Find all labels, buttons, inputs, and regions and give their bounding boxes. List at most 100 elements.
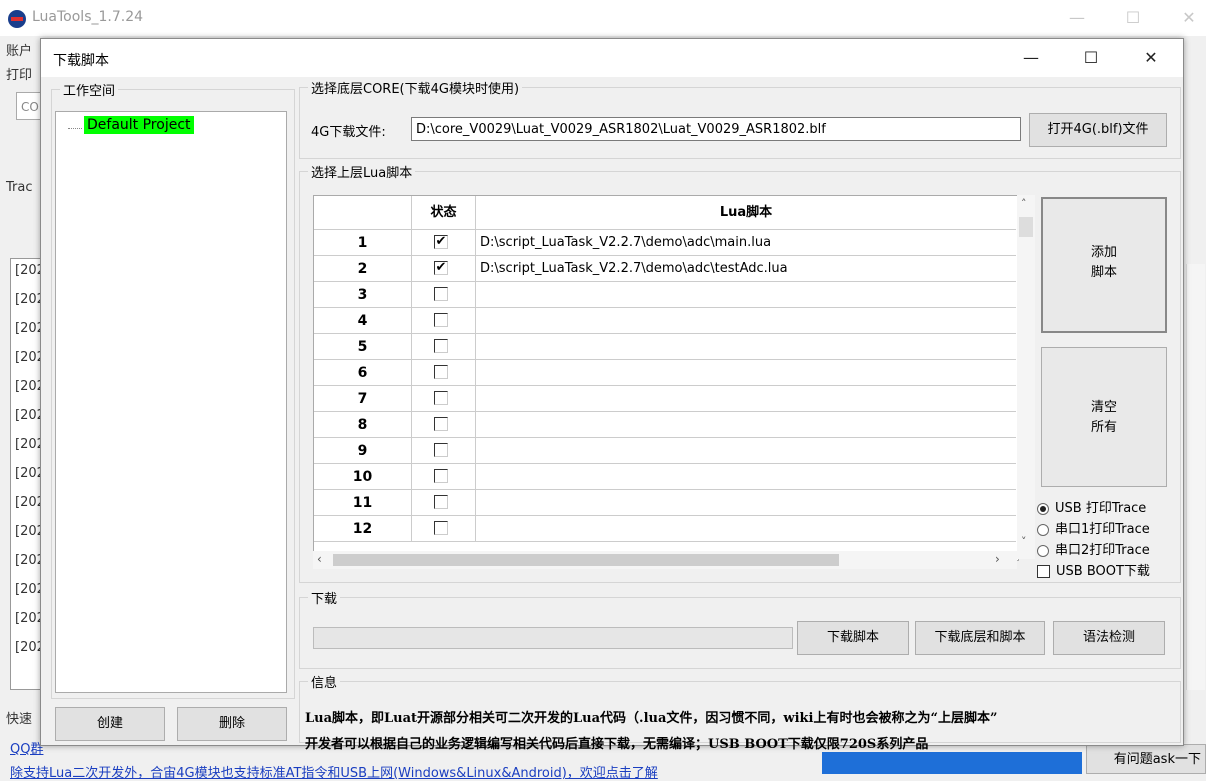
qq-group-link[interactable]: QQ群 xyxy=(10,738,43,757)
row-number: 7 xyxy=(314,386,412,412)
grid-horizontal-scrollbar[interactable]: ‹ › xyxy=(313,551,1017,569)
row-number: 5 xyxy=(314,334,412,360)
scroll-right-icon[interactable]: › xyxy=(995,552,1000,566)
script-path-cell[interactable] xyxy=(476,386,1016,412)
dialog-close-button[interactable]: ✕ xyxy=(1131,45,1171,71)
syntax-check-button[interactable]: 语法检测 xyxy=(1053,621,1165,655)
row-checkbox[interactable] xyxy=(434,495,448,509)
clear-all-label-line1: 清空 xyxy=(1090,400,1117,415)
script-path-cell[interactable] xyxy=(476,360,1016,386)
add-script-label-line1: 添加 xyxy=(1090,245,1117,260)
main-log-scrollbar[interactable] xyxy=(1186,264,1205,690)
download-core-and-script-button[interactable]: 下载底层和脚本 xyxy=(915,621,1045,655)
status-cell: ✔ xyxy=(412,256,476,282)
workspace-label: 工作空间 xyxy=(60,80,119,99)
dialog-maximize-button[interactable]: ☐ xyxy=(1071,45,1111,71)
blue-banner xyxy=(822,752,1082,774)
info-text-line2: 开发者可以根据自己的业务逻辑编写相关代码后直接下载，无需编译；USB BOOT下… xyxy=(305,737,929,752)
clear-all-label-line2: 所有 xyxy=(1090,420,1117,435)
script-path-cell[interactable]: D:\script_LuaTask_V2.2.7\demo\adc\main.l… xyxy=(476,230,1016,256)
print-label: 打印 xyxy=(6,68,33,83)
scroll-down-icon[interactable]: ˅ xyxy=(1021,535,1027,548)
download-script-button[interactable]: 下载脚本 xyxy=(797,621,909,655)
script-path-cell[interactable] xyxy=(476,334,1016,360)
script-path-cell[interactable] xyxy=(476,282,1016,308)
dialog-minimize-button[interactable]: — xyxy=(1011,45,1051,71)
script-path-cell[interactable] xyxy=(476,412,1016,438)
row-checkbox[interactable] xyxy=(434,313,448,327)
row-checkbox[interactable] xyxy=(434,287,448,301)
status-cell: ✔ xyxy=(412,230,476,256)
checkbox-icon xyxy=(1037,565,1050,578)
row-checkbox[interactable] xyxy=(434,521,448,535)
row-checkbox[interactable] xyxy=(434,365,448,379)
open-4g-blf-button[interactable]: 打开4G(.blf)文件 xyxy=(1029,113,1167,147)
status-cell xyxy=(412,464,476,490)
at-usb-info-link[interactable]: 除支持Lua二次开发外，合宙4G模块也支持标准AT指令和USB上网(Window… xyxy=(10,762,658,781)
scroll-left-icon[interactable]: ‹ xyxy=(317,552,322,566)
row-number: 9 xyxy=(314,438,412,464)
row-checkbox[interactable] xyxy=(434,469,448,483)
script-grid[interactable]: 状态 Lua脚本 1 ✔ D:\script_LuaTask_V2.2.7\de… xyxy=(313,195,1019,561)
tree-item-default-project[interactable]: Default Project xyxy=(84,116,194,134)
row-number: 6 xyxy=(314,360,412,386)
row-checkbox[interactable]: ✔ xyxy=(434,235,448,249)
lua-script-column-header[interactable]: Lua脚本 xyxy=(476,196,1016,230)
main-minimize-button[interactable]: — xyxy=(1062,6,1092,30)
port-combo[interactable]: CO xyxy=(16,92,42,120)
status-cell xyxy=(412,438,476,464)
download-script-dialog: 下载脚本 — ☐ ✕ 工作空间 Default Project 创建 删除 选择… xyxy=(40,38,1184,752)
row-checkbox[interactable] xyxy=(434,339,448,353)
delete-project-button[interactable]: 删除 xyxy=(177,707,287,741)
main-close-button[interactable]: ✕ xyxy=(1174,6,1204,30)
row-number: 1 xyxy=(314,230,412,256)
status-cell xyxy=(412,412,476,438)
script-path-cell[interactable] xyxy=(476,490,1016,516)
account-label: 账户 xyxy=(6,44,33,59)
hscroll-thumb[interactable] xyxy=(333,554,839,566)
usb-trace-radio[interactable]: USB 打印Trace xyxy=(1037,497,1146,516)
row-number: 8 xyxy=(314,412,412,438)
status-cell xyxy=(412,490,476,516)
row-checkbox[interactable]: ✔ xyxy=(434,261,448,275)
clear-all-button[interactable]: 清空 所有 xyxy=(1041,347,1167,487)
add-script-button[interactable]: 添加 脚本 xyxy=(1041,197,1167,333)
trace-label: Trac xyxy=(6,180,33,195)
row-checkbox[interactable] xyxy=(434,443,448,457)
usb-boot-label: USB BOOT下载 xyxy=(1056,564,1150,579)
usb-boot-checkbox[interactable]: USB BOOT下载 xyxy=(1037,560,1150,579)
core-file-path-input[interactable]: D:\core_V0029\Luat_V0029_ASR1802\Luat_V0… xyxy=(411,117,1021,141)
info-text-line1: Lua脚本，即Luat开源部分相关可二次开发的Lua代码（.lua文件，因习惯不… xyxy=(305,711,998,726)
uart1-trace-radio[interactable]: 串口1打印Trace xyxy=(1037,518,1150,537)
scroll-up-icon[interactable]: ˄ xyxy=(1021,197,1027,210)
status-cell xyxy=(412,282,476,308)
project-tree[interactable]: Default Project xyxy=(55,111,287,693)
uart2-trace-label: 串口2打印Trace xyxy=(1055,543,1150,558)
core-group-label: 选择底层CORE(下载4G模块时使用) xyxy=(308,78,523,97)
grid-vertical-scrollbar[interactable]: ˄ ˅ xyxy=(1017,195,1035,559)
row-number: 10 xyxy=(314,464,412,490)
radio-icon xyxy=(1037,523,1049,536)
grid-corner-header xyxy=(314,196,412,230)
script-path-cell[interactable] xyxy=(476,308,1016,334)
row-number: 11 xyxy=(314,490,412,516)
tree-connector xyxy=(68,128,82,129)
script-path-cell[interactable] xyxy=(476,516,1016,542)
dialog-titlebar: 下载脚本 — ☐ ✕ xyxy=(41,39,1183,77)
script-path-cell[interactable] xyxy=(476,464,1016,490)
row-checkbox[interactable] xyxy=(434,391,448,405)
status-column-header[interactable]: 状态 xyxy=(412,196,476,230)
main-maximize-button[interactable]: ☐ xyxy=(1118,6,1148,30)
script-path-cell[interactable] xyxy=(476,438,1016,464)
status-cell xyxy=(412,386,476,412)
script-path-cell[interactable]: D:\script_LuaTask_V2.2.7\demo\adc\testAd… xyxy=(476,256,1016,282)
uart1-trace-label: 串口1打印Trace xyxy=(1055,522,1150,537)
row-number: 4 xyxy=(314,308,412,334)
create-project-button[interactable]: 创建 xyxy=(55,707,165,741)
scroll-thumb[interactable] xyxy=(1019,217,1033,237)
row-number: 12 xyxy=(314,516,412,542)
uart2-trace-radio[interactable]: 串口2打印Trace xyxy=(1037,539,1150,558)
row-checkbox[interactable] xyxy=(434,417,448,431)
ask-question-button[interactable]: 有问题ask一下 xyxy=(1086,744,1206,774)
status-cell xyxy=(412,360,476,386)
